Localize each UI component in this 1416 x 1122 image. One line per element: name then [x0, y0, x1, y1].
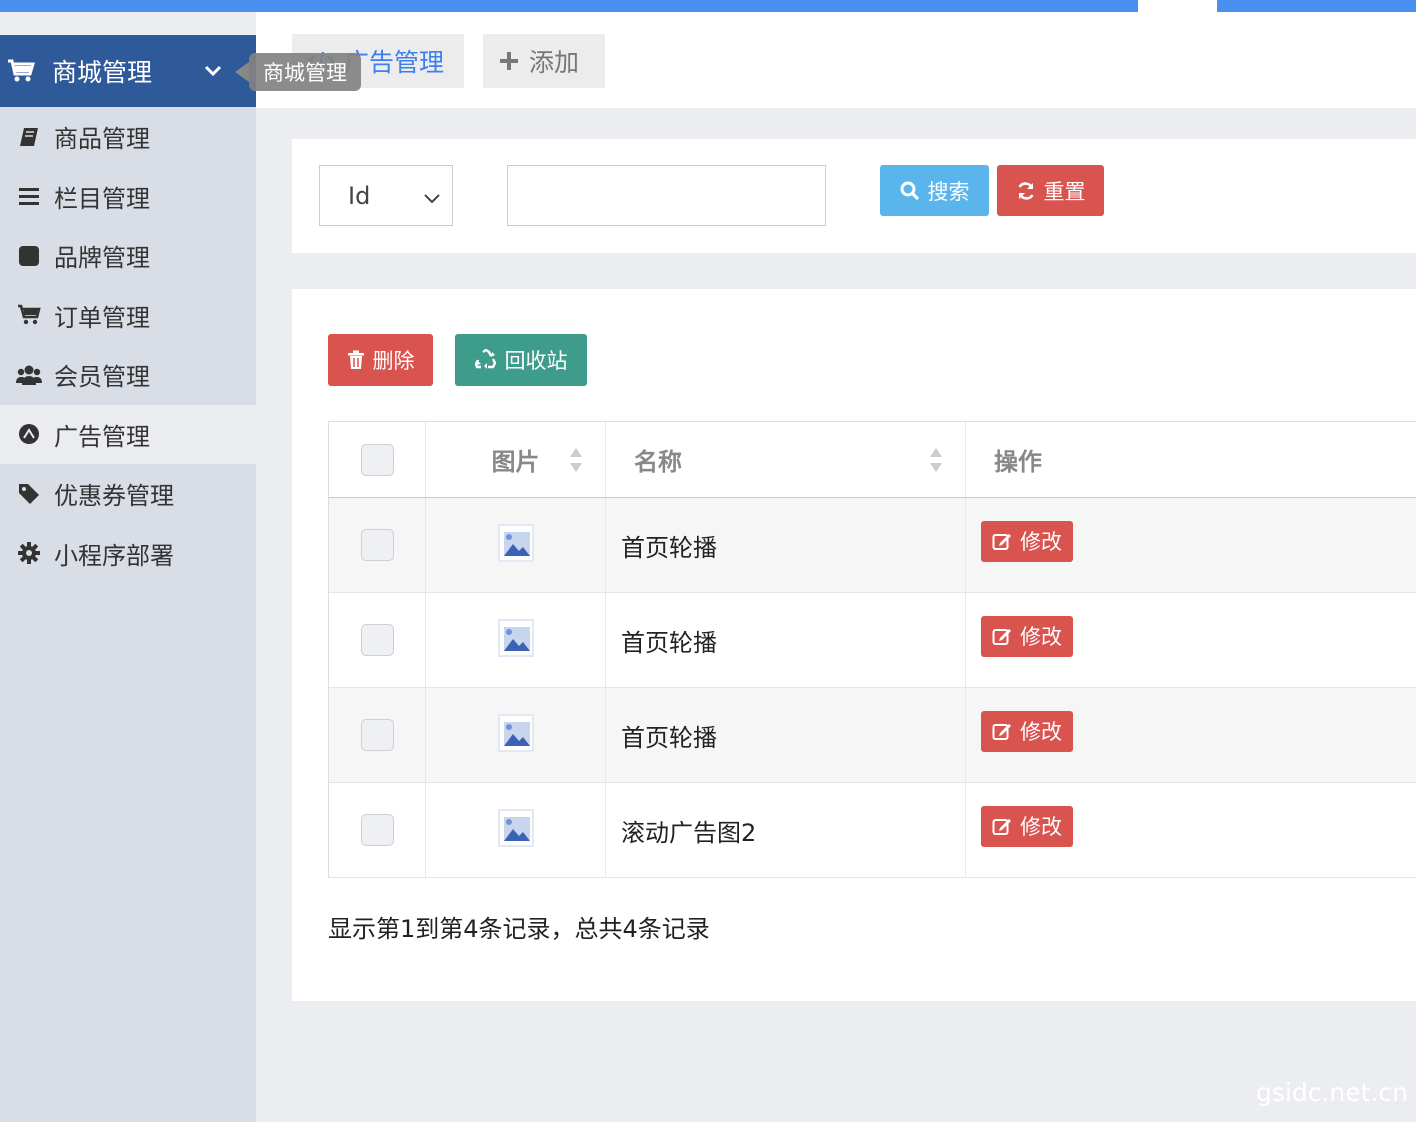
column-header-label: 图片: [491, 448, 540, 476]
sidebar-item-label: 小程序部署: [54, 541, 174, 570]
table-row: 首页轮播 修改: [329, 688, 1416, 783]
sidebar-item-coupons[interactable]: 优惠券管理: [0, 464, 256, 524]
tab-add[interactable]: 添加: [483, 34, 605, 88]
recycle-bin-button[interactable]: 回收站: [455, 334, 587, 386]
sidebar-item-ads[interactable]: 广告管理: [0, 404, 256, 464]
table-row: 首页轮播 修改: [329, 593, 1416, 688]
sort-icon[interactable]: [929, 446, 943, 474]
sidebar-item-brands[interactable]: 品牌管理: [0, 226, 256, 286]
sidebar-item-miniprogram[interactable]: 小程序部署: [0, 524, 256, 584]
delete-button-label: 删除: [372, 349, 415, 373]
sidebar: 商城管理 商品管理 栏目管理 品牌管理 订单管理 会员管理 广告管理 优惠券管理…: [0, 35, 256, 1122]
column-header-name[interactable]: 名称: [606, 422, 966, 497]
select-all-checkbox[interactable]: [360, 443, 394, 476]
edit-button[interactable]: 修改: [981, 520, 1073, 562]
edit-button-label: 修改: [1020, 720, 1062, 744]
sidebar-item-orders[interactable]: 订单管理: [0, 286, 256, 346]
table-row: 首页轮播 修改: [329, 498, 1416, 593]
chevron-down-icon[interactable]: [202, 59, 224, 81]
sidebar-item-label: 订单管理: [54, 303, 150, 332]
ad-thumbnail: [497, 619, 534, 657]
ad-thumbnail: [497, 714, 534, 752]
ad-icon: [16, 421, 42, 447]
row-checkbox[interactable]: [360, 529, 394, 561]
cart-icon: [16, 302, 42, 328]
sidebar-header-mall[interactable]: 商城管理: [0, 35, 256, 107]
bars-icon: [16, 183, 42, 209]
square-icon: [16, 243, 42, 269]
sidebar-item-categories[interactable]: 栏目管理: [0, 167, 256, 227]
edit-button-label: 修改: [1020, 625, 1062, 649]
edit-icon: [992, 626, 1012, 646]
pagination-summary: 显示第1到第4条记录，总共4条记录: [328, 915, 710, 943]
row-checkbox[interactable]: [360, 719, 394, 751]
sidebar-header-label: 商城管理: [52, 58, 153, 87]
column-header-label: 操作: [994, 448, 1042, 476]
column-header-label: 名称: [634, 448, 682, 476]
row-name: 首页轮播: [621, 628, 717, 657]
cart-icon: [6, 56, 36, 86]
recycle-button-label: 回收站: [504, 349, 568, 373]
sidebar-item-members[interactable]: 会员管理: [0, 345, 256, 405]
edit-icon: [992, 531, 1012, 551]
ad-thumbnail: [497, 809, 534, 847]
reset-button-label: 重置: [1043, 179, 1086, 204]
search-field-select[interactable]: Id: [319, 165, 453, 226]
table-header-row: 图片 名称 操作: [329, 422, 1416, 498]
tooltip-text: 商城管理: [249, 53, 361, 91]
edit-icon: [992, 721, 1012, 741]
column-header-action: 操作: [966, 422, 1416, 497]
search-button[interactable]: 搜索: [880, 165, 989, 216]
sidebar-item-label: 品牌管理: [54, 244, 150, 273]
edit-button-label: 修改: [1020, 530, 1062, 554]
sidebar-item-products[interactable]: 商品管理: [0, 107, 256, 167]
trash-icon: [347, 350, 365, 370]
recycle-icon: [474, 349, 497, 371]
search-button-label: 搜索: [927, 179, 970, 204]
row-checkbox[interactable]: [360, 624, 394, 656]
delete-button[interactable]: 删除: [328, 334, 433, 386]
table-row: 滚动广告图2 修改: [329, 783, 1416, 878]
sidebar-item-label: 优惠券管理: [54, 482, 174, 511]
row-checkbox[interactable]: [360, 814, 394, 846]
tag-icon: [16, 481, 42, 507]
watermark: gsidc.net.cn: [1256, 1078, 1408, 1107]
sort-icon[interactable]: [569, 446, 583, 474]
edit-icon: [992, 816, 1012, 836]
sidebar-item-label: 广告管理: [54, 422, 150, 451]
plus-icon: [499, 51, 519, 71]
row-name: 首页轮播: [621, 533, 717, 562]
column-header-image[interactable]: 图片: [426, 422, 606, 497]
book-icon: [16, 124, 42, 150]
search-field-value: Id: [348, 181, 371, 210]
sidebar-item-label: 商品管理: [54, 125, 150, 154]
tab-label: 添加: [529, 48, 580, 77]
users-icon: [16, 362, 42, 388]
ad-thumbnail: [497, 524, 534, 562]
table-panel: 删除 回收站 图片 名称 操作 首页轮播 修改 首页轮播 修改 首页轮播 修改 …: [292, 289, 1416, 1001]
reset-button[interactable]: 重置: [997, 165, 1104, 216]
gear-icon: [16, 540, 42, 566]
sidebar-item-label: 会员管理: [54, 363, 150, 392]
row-name: 首页轮播: [621, 723, 717, 752]
row-name: 滚动广告图2: [621, 818, 757, 847]
search-panel: Id 搜索 重置: [292, 139, 1416, 253]
search-input[interactable]: [507, 165, 826, 226]
edit-button[interactable]: 修改: [981, 615, 1073, 657]
chevron-down-icon: [422, 186, 442, 214]
sidebar-tooltip: 商城管理: [235, 52, 361, 92]
edit-button-label: 修改: [1020, 815, 1062, 839]
tab-bar: 广告管理 添加: [256, 12, 1416, 108]
search-icon: [900, 181, 920, 201]
top-accent-bar: [0, 0, 1416, 12]
edit-button[interactable]: 修改: [981, 805, 1073, 847]
sidebar-item-label: 栏目管理: [54, 184, 150, 213]
edit-button[interactable]: 修改: [981, 710, 1073, 752]
ads-table: 图片 名称 操作 首页轮播 修改 首页轮播 修改 首页轮播 修改 滚动广告图2 …: [328, 421, 1416, 878]
refresh-icon: [1016, 181, 1036, 201]
